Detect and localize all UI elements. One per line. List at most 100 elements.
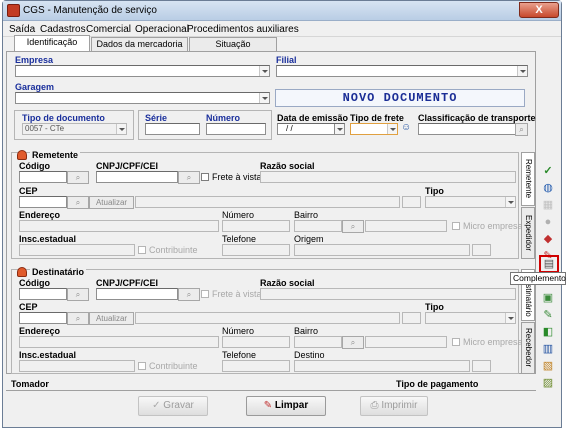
globe-icon[interactable]: ◍ — [540, 180, 556, 196]
chevron-down-icon[interactable] — [505, 197, 515, 207]
binoculars-icon[interactable]: ⌕ — [178, 288, 200, 301]
rem-origem-input[interactable] — [294, 244, 470, 256]
chevron-down-icon[interactable] — [505, 313, 515, 323]
dest-bairro-input[interactable] — [294, 336, 342, 348]
package-icon[interactable]: ▧ — [540, 358, 556, 374]
dest-micro-checkbox[interactable] — [452, 338, 460, 346]
person-search-icon[interactable]: ☺ — [401, 122, 413, 135]
check-icon[interactable]: ✓ — [540, 163, 556, 179]
tab-identificacao[interactable]: Identificação — [14, 35, 90, 52]
rem-origem-uf — [472, 244, 491, 256]
rem-tipo-label: Tipo — [425, 186, 444, 196]
limpar-button[interactable]: ✎ Limpar — [246, 396, 326, 416]
rem-razao-input[interactable] — [260, 171, 516, 183]
chevron-down-icon[interactable] — [116, 124, 126, 134]
app-icon — [7, 4, 20, 17]
dest-cep-desc — [135, 312, 400, 324]
rem-cnpj-input[interactable] — [96, 171, 178, 183]
binoculars-icon[interactable]: ⌕ — [342, 220, 364, 233]
binoculars-icon[interactable]: ⌕ — [67, 312, 89, 325]
tab-situacao[interactable]: Situação — [189, 37, 277, 51]
window-title: CGS - Manutenção de serviço — [23, 5, 157, 16]
calculator-icon[interactable]: ▦ — [540, 197, 556, 213]
rem-contribuinte-checkbox[interactable] — [138, 246, 146, 254]
dest-numero-input[interactable] — [222, 336, 290, 348]
binoculars-icon[interactable]: ⌕ — [342, 336, 364, 349]
chevron-down-icon[interactable] — [387, 124, 397, 134]
dest-tipo-select[interactable] — [425, 312, 516, 324]
menu-saida[interactable]: Saída — [9, 24, 35, 35]
rem-tipo-select[interactable] — [425, 196, 516, 208]
rem-numero-input[interactable] — [222, 220, 290, 232]
dest-destino-uf — [472, 360, 491, 372]
garagem-select[interactable] — [15, 92, 270, 104]
empresa-select[interactable] — [15, 65, 270, 77]
tipo-frete-select[interactable] — [350, 123, 398, 135]
tipo-pagamento-label: Tipo de pagamento — [396, 379, 479, 389]
tipo-doc-value: 0057 - CTe — [25, 124, 65, 133]
dest-contribuinte-label: Contribuinte — [149, 361, 198, 371]
eraser-icon[interactable]: ◆ — [540, 231, 556, 247]
edit-icon[interactable]: ✎ — [540, 307, 556, 323]
report-icon[interactable]: ▨ — [540, 375, 556, 391]
menu-comercial[interactable]: Comercial — [86, 24, 131, 35]
chevron-down-icon[interactable] — [259, 66, 269, 76]
filial-select[interactable] — [276, 65, 528, 77]
table-icon[interactable]: ▣ — [540, 290, 556, 306]
dest-insc-input[interactable] — [19, 360, 135, 372]
binoculars-icon[interactable]: ⌕ — [178, 171, 200, 184]
complemento-icon[interactable]: ▤ — [539, 255, 559, 273]
binoculars-icon[interactable]: ⌕ — [515, 123, 528, 136]
dest-endereco-input[interactable] — [19, 336, 219, 348]
book-icon[interactable]: ▥ — [540, 341, 556, 357]
rem-insc-input[interactable] — [19, 244, 135, 256]
dest-insc-label: Insc.estadual — [19, 350, 77, 360]
rem-cep-input[interactable] — [19, 196, 67, 208]
rem-codigo-input[interactable] — [19, 171, 67, 183]
imprimir-button[interactable]: ⎙ Imprimir — [360, 396, 428, 416]
data-emissao-input[interactable]: / / — [277, 123, 345, 135]
menu-cadastros[interactable]: Cadastros — [40, 24, 86, 35]
dest-destino-label: Destino — [294, 350, 325, 360]
classificacao-input[interactable] — [418, 123, 516, 135]
dest-cnpj-input[interactable] — [96, 288, 178, 300]
side-tab-remetente[interactable]: Remetente — [521, 152, 535, 206]
rem-bairro-input[interactable] — [294, 220, 342, 232]
close-button[interactable]: X — [519, 2, 559, 18]
dest-razao-input[interactable] — [260, 288, 516, 300]
truck-icon[interactable]: ◧ — [540, 324, 556, 340]
dest-frete-vista-checkbox[interactable] — [201, 290, 209, 298]
numero-input[interactable] — [206, 123, 266, 135]
side-tab-recebedor[interactable]: Recebedor — [521, 322, 535, 374]
serie-input[interactable] — [145, 123, 200, 135]
dest-destino-input[interactable] — [294, 360, 470, 372]
rem-micro-checkbox[interactable] — [452, 222, 460, 230]
tipo-doc-select[interactable]: 0057 - CTe — [22, 123, 127, 135]
side-tab-expedidor[interactable]: Expedidor — [521, 207, 535, 259]
tipo-doc-label: Tipo de documento — [22, 113, 105, 123]
binoculars-icon[interactable]: ⌕ — [67, 288, 89, 301]
rem-telefone-input[interactable] — [222, 244, 290, 256]
data-emissao-value: / / — [286, 124, 293, 133]
rem-frete-vista-checkbox[interactable] — [201, 173, 209, 181]
menu-procedimentos[interactable]: Procedimentos auxiliares — [187, 24, 299, 35]
rem-atualizar-button[interactable]: Atualizar — [89, 196, 134, 209]
binoculars-icon[interactable]: ⌕ — [67, 196, 89, 209]
tab-dados-mercadoria[interactable]: Dados da mercadoria — [91, 37, 188, 51]
dest-cep-input[interactable] — [19, 312, 67, 324]
rem-razao-label: Razão social — [260, 161, 315, 171]
menu-operacional[interactable]: Operacional — [135, 24, 189, 35]
rem-micro-label: Micro empresa — [463, 221, 523, 231]
disc-icon[interactable]: ● — [540, 214, 556, 230]
gravar-button[interactable]: ✓ Gravar — [138, 396, 208, 416]
dest-atualizar-button[interactable]: Atualizar — [89, 312, 134, 325]
chevron-down-icon[interactable] — [259, 93, 269, 103]
dest-contribuinte-checkbox[interactable] — [138, 362, 146, 370]
rem-endereco-input[interactable] — [19, 220, 219, 232]
binoculars-icon[interactable]: ⌕ — [67, 171, 89, 184]
calendar-icon[interactable] — [334, 124, 344, 134]
dest-codigo-input[interactable] — [19, 288, 67, 300]
rem-frete-vista-label: Frete à vista — [212, 172, 262, 182]
dest-telefone-input[interactable] — [222, 360, 290, 372]
chevron-down-icon[interactable] — [517, 66, 527, 76]
